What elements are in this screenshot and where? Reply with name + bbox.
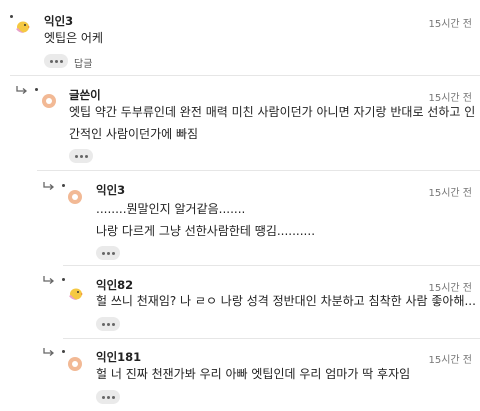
reply-arrow-icon bbox=[42, 181, 56, 191]
comment-time: 15시간 전 bbox=[428, 188, 472, 199]
more-options-button[interactable] bbox=[69, 149, 93, 163]
bullet-dot bbox=[62, 278, 65, 281]
peach-circle-icon bbox=[40, 92, 58, 110]
comment-text-line: ........뭔말인지 알거같음....... bbox=[96, 202, 246, 216]
more-options-button[interactable] bbox=[96, 246, 120, 260]
bullet-dot bbox=[62, 184, 65, 187]
comment-author[interactable]: 익인3 bbox=[96, 182, 125, 198]
comment-text: 엣팁은 어케 bbox=[44, 31, 104, 45]
comment-time: 15시간 전 bbox=[428, 355, 472, 366]
reply-arrow-icon bbox=[42, 275, 56, 285]
bullet-dot bbox=[35, 88, 38, 91]
peach-circle-icon bbox=[66, 188, 84, 206]
comment-text-line: 간적인 사람이던가에 빠짐 bbox=[69, 127, 199, 141]
reply-arrow-icon bbox=[42, 347, 56, 357]
comment-text-line: 나랑 다르게 그냥 선한사람한테 땡김.......... bbox=[96, 224, 316, 238]
comment-text: 헐 쓰니 천재임? 나 ㄹㅇ 나랑 성격 정반대인 차분하고 침착한 사람 좋아… bbox=[96, 294, 476, 308]
chick-icon bbox=[66, 284, 84, 302]
peach-circle-icon bbox=[66, 355, 84, 373]
bullet-dot bbox=[62, 350, 65, 353]
more-options-button[interactable] bbox=[44, 54, 68, 68]
comment-text-line: 엣팁 약간 두부류인데 완전 매력 미친 사람이던가 아니면 자기랑 반대로 선… bbox=[69, 105, 476, 119]
reply-arrow-icon bbox=[15, 85, 29, 95]
more-options-button[interactable] bbox=[96, 390, 120, 404]
more-options-button[interactable] bbox=[96, 317, 120, 331]
divider bbox=[63, 338, 480, 339]
chick-icon bbox=[13, 17, 31, 35]
divider bbox=[63, 265, 480, 266]
comment-time: 15시간 전 bbox=[428, 19, 472, 30]
divider bbox=[10, 75, 480, 76]
divider bbox=[37, 170, 480, 171]
reply-button[interactable]: 답글 bbox=[74, 55, 92, 70]
comment-text: 헐 너 진짜 천잰가봐 우리 아빠 엣팁인데 우리 엄마가 딱 후자임 bbox=[96, 367, 411, 381]
